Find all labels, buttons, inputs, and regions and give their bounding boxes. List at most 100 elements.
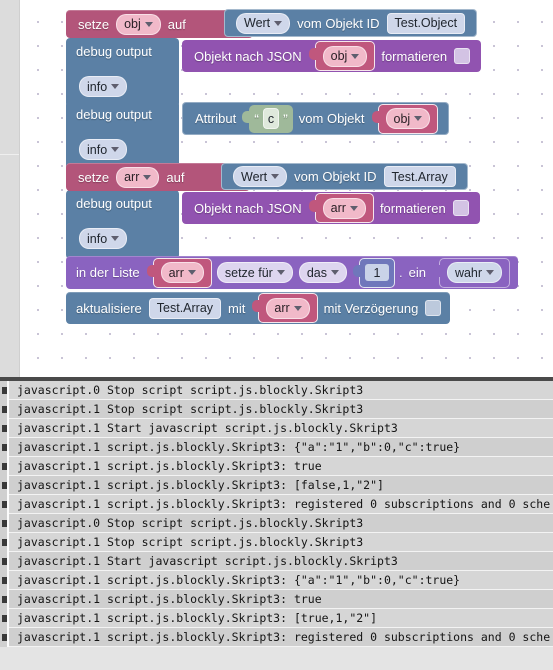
log-row[interactable]: javascript.0 Stop script script.js.block… — [0, 380, 553, 400]
debug-level-dropdown[interactable]: info — [79, 139, 128, 160]
with-label: mit — [228, 300, 246, 316]
log-message: javascript.1 Start javascript script.js.… — [17, 553, 398, 568]
log-message: javascript.1 script.js.blockly.Skript3: … — [17, 477, 384, 492]
variable-name: obj — [393, 111, 411, 126]
object-to-json-label: Objekt nach JSON — [194, 200, 302, 216]
log-row[interactable]: javascript.1 Start javascript script.js.… — [0, 551, 553, 571]
variable-dropdown-update-arr[interactable]: arr — [266, 297, 310, 319]
blockly-workspace[interactable]: setze obj auf Wert vom Objekt ID Test.Ob… — [0, 0, 553, 377]
log-severity-icon — [0, 627, 9, 647]
log-row-list[interactable]: javascript.0 Stop script script.js.block… — [0, 380, 553, 647]
log-message: javascript.1 Stop script script.js.block… — [17, 534, 364, 549]
chevron-down-icon — [276, 270, 285, 275]
variable-dropdown-arr-json[interactable]: arr — [322, 197, 366, 219]
chevron-down-icon — [274, 20, 283, 26]
debug-level-dropdown-wrap: info — [76, 228, 130, 249]
log-row[interactable]: javascript.1 script.js.blockly.Skript3: … — [0, 627, 553, 647]
variable-reporter-arr[interactable]: arr — [308, 193, 374, 223]
update-object-id-field[interactable]: Test.Array — [148, 297, 222, 319]
object-to-json-label: Objekt nach JSON — [194, 48, 302, 64]
variable-dropdown-arr[interactable]: arr — [116, 166, 160, 188]
chevron-down-icon — [111, 84, 120, 89]
boolean-dropdown[interactable]: wahr — [446, 262, 503, 283]
block-debug-output-json-arr[interactable]: debug output info — [66, 190, 179, 259]
index-number-field[interactable]: 1 — [364, 264, 389, 281]
chevron-down-icon — [293, 305, 302, 311]
log-row[interactable]: javascript.1 script.js.blockly.Skript3: … — [0, 589, 553, 609]
object-id-field-obj[interactable]: Test.Object — [386, 12, 466, 34]
log-row[interactable]: javascript.1 script.js.blockly.Skript3: … — [0, 456, 553, 476]
variable-reporter-update-arr[interactable]: arr — [252, 293, 318, 323]
list-position-label: das — [306, 265, 327, 280]
debug-level-dropdown[interactable]: info — [79, 76, 128, 97]
to-label: auf — [166, 169, 185, 185]
value-mode-dropdown-obj[interactable]: Wert — [236, 12, 291, 34]
variable-reporter-obj-attr[interactable]: obj — [371, 103, 439, 134]
log-row[interactable]: javascript.1 Stop script script.js.block… — [0, 532, 553, 552]
block-debug-output-json-obj[interactable]: debug output info — [66, 38, 179, 107]
text-reporter-attribute[interactable]: “ c ” — [242, 104, 293, 133]
log-message: javascript.1 Stop script script.js.block… — [17, 401, 364, 416]
log-row[interactable]: javascript.1 script.js.blockly.Skript3: … — [0, 570, 553, 590]
log-message: javascript.1 script.js.blockly.Skript3: … — [17, 439, 461, 454]
value-block-object-to-json-arr[interactable]: Objekt nach JSON arr formatieren — [182, 192, 480, 224]
attribute-name-field[interactable]: c — [262, 108, 280, 129]
delay-label: mit Verzögerung — [323, 300, 419, 316]
variable-reporter-obj[interactable]: obj — [308, 41, 376, 71]
update-label: aktualisiere — [76, 300, 142, 316]
log-row[interactable]: javascript.1 script.js.blockly.Skript3: … — [0, 608, 553, 628]
log-row[interactable]: javascript.1 script.js.blockly.Skript3: … — [0, 437, 553, 457]
blockly-script-editor: setze obj auf Wert vom Objekt ID Test.Ob… — [0, 0, 553, 670]
workspace-canvas[interactable]: setze obj auf Wert vom Objekt ID Test.Ob… — [20, 0, 553, 377]
chevron-down-icon — [187, 270, 196, 275]
set-label: setze — [78, 169, 110, 185]
log-row[interactable]: javascript.1 Stop script script.js.block… — [0, 399, 553, 419]
log-pane[interactable]: javascript.0 Stop script script.js.block… — [0, 377, 553, 670]
format-checkbox[interactable] — [452, 200, 469, 216]
format-label: formatieren — [381, 48, 448, 64]
list-action-dropdown[interactable]: setze für — [216, 262, 293, 283]
log-severity-icon — [0, 551, 9, 571]
debug-level-dropdown[interactable]: info — [79, 228, 128, 249]
object-id-field-arr[interactable]: Test.Array — [383, 166, 456, 187]
log-severity-icon — [0, 399, 9, 419]
list-action-label: setze für — [224, 265, 273, 280]
value-block-get-object-obj[interactable]: Wert vom Objekt ID Test.Object — [224, 9, 478, 37]
format-checkbox[interactable] — [454, 48, 471, 64]
variable-name: obj — [124, 17, 141, 31]
chevron-down-icon — [143, 174, 152, 180]
log-row[interactable]: javascript.1 Start javascript script.js.… — [0, 418, 553, 438]
block-update-object[interactable]: aktualisiere Test.Array mit arr mit Verz… — [66, 292, 451, 324]
variable-reporter-list-arr[interactable]: arr — [146, 257, 212, 288]
chevron-down-icon — [349, 205, 358, 211]
chevron-down-icon — [351, 53, 360, 59]
variable-dropdown-obj[interactable]: obj — [116, 13, 161, 35]
debug-output-label: debug output — [76, 107, 152, 122]
value-mode-dropdown-arr[interactable]: Wert — [233, 166, 288, 187]
chevron-down-icon — [271, 174, 280, 179]
value-block-object-attribute[interactable]: Attribut “ c ” vom Objekt obj — [182, 102, 450, 135]
close-quote-icon: ” — [283, 110, 288, 127]
chevron-down-icon — [144, 21, 153, 27]
variable-dropdown-obj-attr[interactable]: obj — [385, 108, 431, 129]
variable-dropdown-list-arr[interactable]: arr — [160, 262, 204, 283]
list-position-dropdown[interactable]: das — [298, 262, 347, 283]
boolean-reporter-wahr[interactable]: wahr — [432, 257, 511, 288]
log-severity-icon — [0, 589, 9, 609]
log-message: javascript.1 script.js.blockly.Skript3: … — [17, 572, 461, 587]
variable-dropdown-obj-json[interactable]: obj — [322, 45, 368, 67]
block-list-set-index[interactable]: in der Liste arr setze für das 1 . ein w… — [66, 256, 519, 289]
log-severity-icon — [0, 380, 9, 400]
delay-checkbox[interactable] — [425, 300, 442, 316]
log-message: javascript.0 Stop script script.js.block… — [17, 515, 364, 530]
block-debug-output-attr-c[interactable]: debug output info — [66, 101, 179, 170]
chevron-down-icon — [414, 116, 423, 121]
log-row[interactable]: javascript.1 script.js.blockly.Skript3: … — [0, 475, 553, 495]
attribute-label: Attribut — [195, 111, 237, 126]
log-row[interactable]: javascript.0 Stop script script.js.block… — [0, 513, 553, 533]
value-block-get-object-arr[interactable]: Wert vom Objekt ID Test.Array — [221, 163, 468, 190]
log-row[interactable]: javascript.1 script.js.blockly.Skript3: … — [0, 494, 553, 514]
number-reporter-index[interactable]: 1 — [352, 257, 395, 288]
value-block-object-to-json-obj[interactable]: Objekt nach JSON obj formatieren — [182, 40, 482, 72]
chevron-down-icon — [486, 270, 495, 275]
